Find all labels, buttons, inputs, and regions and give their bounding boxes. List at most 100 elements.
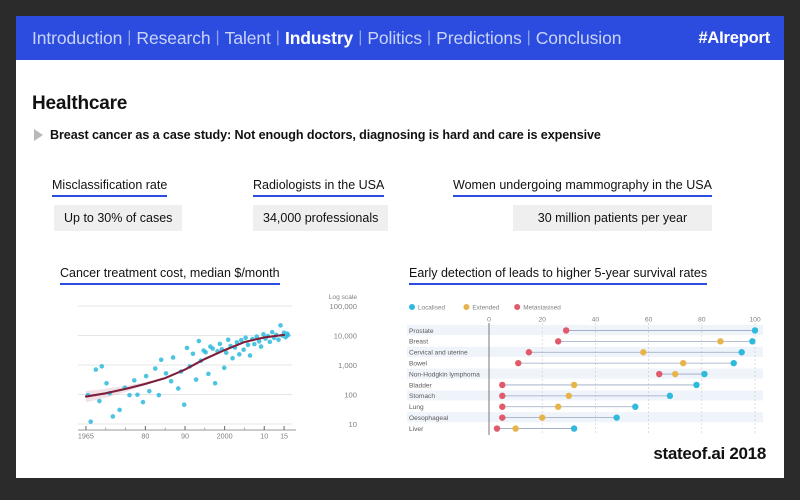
stat-value: 34,000 professionals [253,205,389,231]
dot-localised [632,403,639,410]
x-tick-label: 60 [645,317,653,324]
scatter-point [278,323,283,328]
row-label: Non-Hodgkin lymphoma [409,371,480,378]
dot-localised [570,425,578,432]
scatter-chart-treatment-cost: 100,000 10,000 1,000 100 10 Log scale 1965 80 90… [60,294,360,446]
scatter-point [163,371,169,376]
treatment-cost-svg: 100,000 10,000 1,000 100 10 Log scale 1965 80 90… [78,294,357,441]
legend-marker-metastasised [514,304,521,310]
legend-marker-localised [409,304,415,310]
nav-item-industry[interactable]: Industry [285,28,353,49]
dot-localised [701,370,708,378]
scatter-point [140,399,146,405]
page-title: Healthcare [32,93,128,114]
scatter-point [269,329,275,335]
scatter-point [110,414,116,419]
row-band [407,379,763,390]
stat-card-mammography: Women undergoing mammography in the USA … [453,176,712,231]
scatter-point [203,349,208,355]
nav-item-politics[interactable]: Politics [367,28,422,49]
dot-localised [613,414,620,421]
dot-metastasised [499,414,506,421]
dot-metastasised [499,403,506,410]
row-label: Bladder [409,382,433,389]
scatter-point [276,337,281,343]
nav-separator: | [275,29,280,46]
scatter-point [190,351,196,357]
y-tick-label: 100,000 [330,302,357,311]
scatter-point [225,337,231,343]
row-label: Liver [409,426,424,433]
row-label: Oesophageal [409,415,449,422]
dot-metastasised [493,425,501,432]
x-tick-label: 80 [141,432,149,441]
dot-localised [749,338,756,345]
nav-separator: | [426,29,432,46]
nav-item-introduction[interactable]: Introduction [32,28,122,49]
x-tick-label: 90 [181,432,189,441]
scatter-point [267,339,273,345]
triangle-right-icon [34,129,43,141]
scatter-point [184,345,190,351]
nav-item-research[interactable]: Research [136,28,210,49]
legend-label-extended: Extended [472,305,499,312]
nav-item-predictions[interactable]: Predictions [436,28,522,49]
scatter-point [131,378,137,383]
scatter-point [206,371,211,377]
dot-metastasised [525,349,533,356]
dot-metastasised [499,392,506,400]
x-tick-label: 40 [592,317,600,324]
scatter-point [93,367,99,372]
x-tick-label: 20 [538,317,546,324]
dot-extended [679,359,687,367]
chart-title-survival-rates: Early detection of leads to higher 5-yea… [409,266,708,285]
scatter-point [175,386,181,391]
scatter-point [97,398,102,404]
scatter-point [241,347,246,352]
legend-label-localised: Localised [418,305,445,312]
nav-item-list: Introduction | Research | Talent | Industry | Po… [32,28,698,49]
scatter-point [212,380,218,386]
row-label: Breast [409,339,428,346]
row-label: Bowel [409,360,427,367]
dot-extended [512,425,519,432]
y-tick-label: 1,000 [338,361,357,370]
scatter-point [261,331,266,337]
dot-localised [693,381,700,389]
scatter-point [181,402,187,408]
y-tick-label: 100 [344,391,357,400]
scatter-point [221,365,227,371]
scatter-point [88,419,93,424]
scatter-point [135,392,140,398]
subtitle-text: Breast cancer as a case study: Not enoug… [50,128,601,142]
row-label: Cervical and uterine [409,350,468,357]
legend-marker-extended [463,304,470,310]
nav-separator: | [358,29,363,46]
slide-canvas: Introduction | Research | Talent | Industry | Po… [16,16,784,478]
top-navigation-bar: Introduction | Research | Talent | Industry | Po… [16,16,784,60]
scatter-point [210,346,216,351]
stat-card-radiologists: Radiologists in the USA 34,000 professio… [253,176,389,231]
dot-localised [666,392,674,400]
scatter-point [152,366,158,371]
scatter-point [245,342,251,348]
legend-label-metastasised: Metastasised [523,305,561,312]
dot-plot-survival-rates: Localised Extended Metastasised 0 20 40 60 80 10… [407,301,763,436]
scatter-point [104,380,109,386]
nav-item-conclusion[interactable]: Conclusion [536,28,622,49]
dot-metastasised [515,359,522,367]
stat-value: 30 million patients per year [513,205,712,231]
x-tick-label: 100 [749,317,761,324]
stat-label: Misclassification rate [52,178,168,197]
nav-item-talent[interactable]: Talent [225,28,271,49]
subtitle-row: Breast cancer as a case study: Not enoug… [34,128,601,142]
scatter-point [117,407,122,413]
scatter-point [217,341,223,347]
stat-card-misclassification-rate: Misclassification rate Up to 30% of case… [52,176,183,231]
x-tick-label: 1965 [78,432,94,441]
x-tick-label: 10 [260,432,268,441]
stat-value: Up to 30% of cases [54,205,183,231]
stat-label: Women undergoing mammography in the USA [453,178,712,197]
scatter-point [252,341,257,347]
row-label: Stomach [409,393,435,400]
